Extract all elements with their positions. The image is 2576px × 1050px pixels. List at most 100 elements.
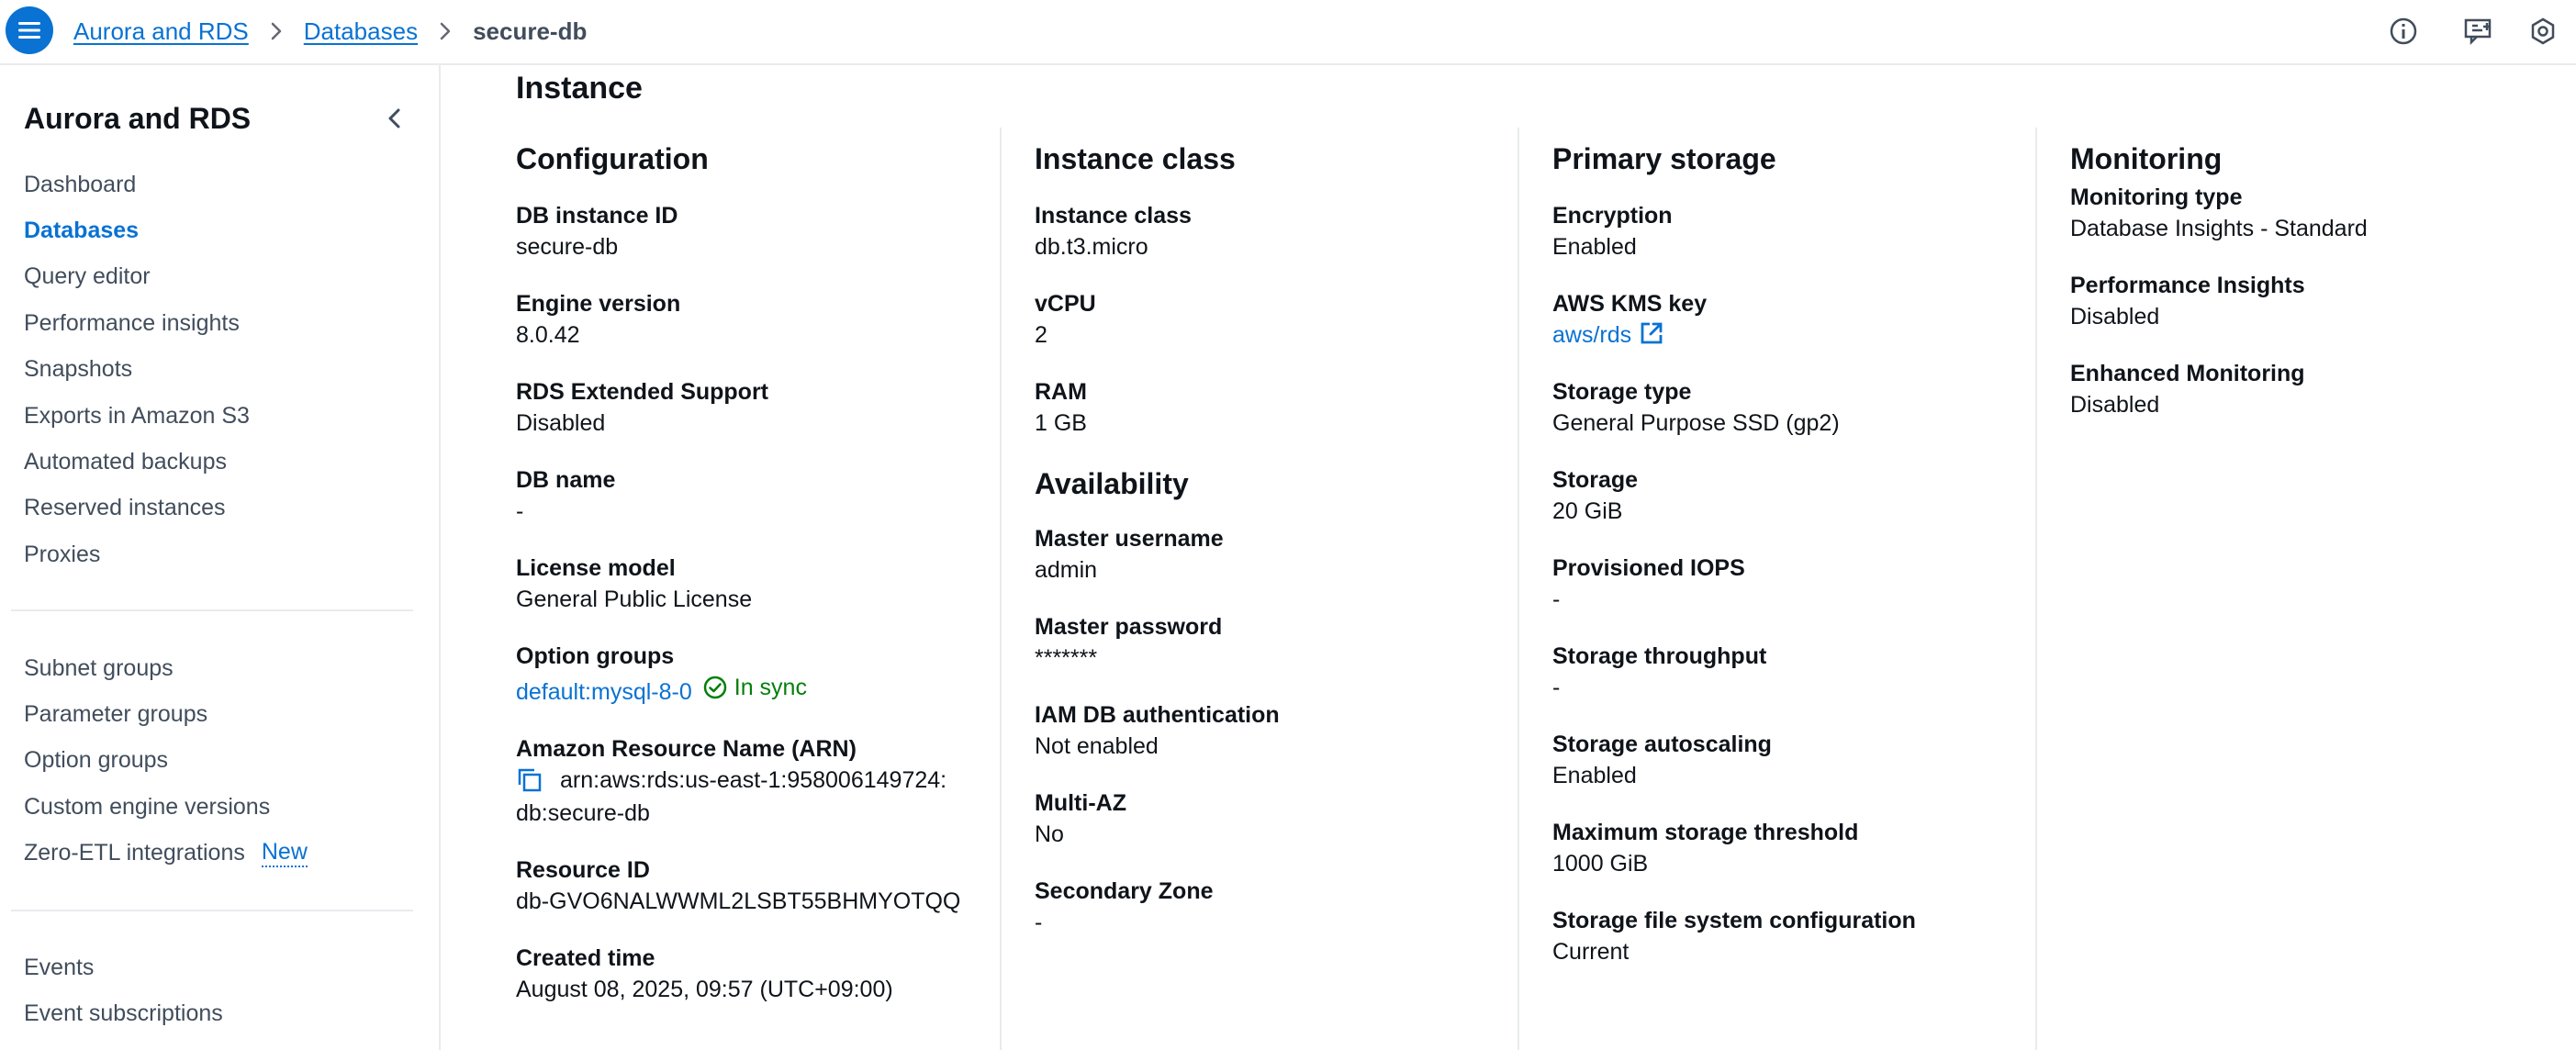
nav-item-subnet-groups[interactable]: Subnet groups	[24, 645, 419, 691]
field-value: General Public License	[516, 586, 753, 612]
field-multi-az: Multi-AZ No	[1035, 788, 1494, 851]
breadcrumb-current: secure-db	[473, 17, 588, 45]
nav-item-snapshots[interactable]: Snapshots	[24, 347, 419, 393]
field-resource-id: Resource ID db-GVO6NALWWML2LSBT55BHMYOTQ…	[516, 855, 975, 918]
field-label: Engine version	[516, 291, 681, 317]
nav-divider	[11, 609, 413, 611]
monitoring-heading: Monitoring	[2070, 142, 2223, 175]
field-label: Master username	[1035, 526, 1224, 552]
field-value: -	[1552, 586, 1561, 612]
field-label: vCPU	[1035, 291, 1096, 317]
nav-item-automated-backups[interactable]: Automated backups	[24, 439, 419, 485]
arn-line-1: arn:aws:rds:us-east-1:958006149724:	[560, 767, 947, 793]
field-value: -	[516, 498, 524, 524]
field-value: secure-db	[516, 234, 619, 260]
field-db-instance-id: DB instance ID secure-db	[516, 201, 975, 263]
nav-item-event-subscriptions[interactable]: Event subscriptions	[24, 990, 419, 1036]
field-option-groups: Option groups default:mysql-8-0 In sync	[516, 642, 975, 709]
field-label: Storage	[1552, 467, 1639, 493]
field-value: 20 GiB	[1552, 498, 1623, 524]
field-value: Not enabled	[1035, 733, 1159, 759]
field-storage-throughput: Storage throughput -	[1552, 642, 2011, 704]
field-master-password: Master password *******	[1035, 612, 1494, 675]
settings-icon[interactable]	[2525, 13, 2561, 50]
configuration-heading: Configuration	[516, 142, 709, 175]
nav-item-events[interactable]: Events	[24, 944, 419, 990]
field-label: Performance Insights	[2070, 273, 2305, 298]
nav-item-reserved-instances[interactable]: Reserved instances	[24, 486, 419, 531]
status-text: In sync	[734, 675, 807, 700]
field-arn: Amazon Resource Name (ARN) arn:aws:rds:u…	[516, 734, 975, 830]
field-value: Enabled	[1552, 234, 1637, 260]
chevron-right-icon	[269, 21, 284, 41]
kms-key-link[interactable]: aws/rds	[1552, 322, 1631, 348]
field-value: No	[1035, 821, 1064, 847]
field-value: Disabled	[516, 410, 606, 436]
primary-storage-heading: Primary storage	[1552, 142, 1776, 175]
nav-item-databases[interactable]: Databases	[24, 207, 419, 253]
field-label: Monitoring type	[2070, 184, 2243, 210]
field-value: admin	[1035, 557, 1098, 583]
instance-class-heading: Instance class	[1035, 142, 1236, 175]
field-label: Amazon Resource Name (ARN)	[516, 736, 857, 762]
field-value: -	[1035, 910, 1043, 935]
top-bar: Aurora and RDS Databases secure-db	[0, 0, 2576, 65]
external-link-icon[interactable]	[1639, 320, 1664, 346]
nav-item-custom-engine-versions[interactable]: Custom engine versions	[24, 784, 419, 830]
arn-value-row: arn:aws:rds:us-east-1:958006149724:	[516, 764, 975, 797]
copy-icon	[518, 768, 542, 792]
field-encryption: Encryption Enabled	[1552, 201, 2011, 263]
field-value: -	[1552, 675, 1561, 700]
nav-item-proxies[interactable]: Proxies	[24, 531, 419, 577]
configuration-column: Configuration DB instance ID secure-db E…	[516, 128, 975, 1032]
field-label: Encryption	[1552, 203, 1673, 229]
sidebar-title: Aurora and RDS	[24, 102, 252, 135]
nav-item-zero-etl[interactable]: Zero-ETL integrations New	[24, 831, 419, 877]
nav-group-config: Subnet groups Parameter groups Option gr…	[24, 645, 419, 877]
field-value: General Purpose SSD (gp2)	[1552, 410, 1840, 436]
field-label: Storage file system configuration	[1552, 908, 1916, 933]
field-label: DB instance ID	[516, 203, 678, 229]
field-instance-class: Instance class db.t3.micro	[1035, 201, 1494, 263]
field-enhanced-monitoring: Enhanced Monitoring Disabled	[2070, 359, 2529, 421]
breadcrumb-databases[interactable]: Databases	[304, 17, 418, 46]
feedback-icon[interactable]	[2460, 13, 2497, 50]
option-group-link[interactable]: default:mysql-8-0	[516, 679, 692, 705]
field-label: RAM	[1035, 379, 1087, 405]
field-label: DB name	[516, 467, 616, 493]
field-label: Master password	[1035, 614, 1223, 640]
field-value: 1 GB	[1035, 410, 1087, 436]
info-icon[interactable]	[2385, 13, 2422, 50]
field-extended-support: RDS Extended Support Disabled	[516, 377, 975, 440]
field-license-model: License model General Public License	[516, 553, 975, 616]
nav-item-parameter-groups[interactable]: Parameter groups	[24, 691, 419, 737]
breadcrumb-aurora-rds[interactable]: Aurora and RDS	[73, 17, 249, 46]
copy-arn-button[interactable]	[516, 764, 545, 797]
field-label: RDS Extended Support	[516, 379, 769, 405]
field-master-username: Master username admin	[1035, 524, 1494, 586]
nav-item-performance-insights[interactable]: Performance insights	[24, 300, 419, 346]
field-label: Created time	[516, 945, 655, 971]
field-label: Instance class	[1035, 203, 1192, 229]
collapse-sidebar-button[interactable]	[376, 100, 413, 137]
nav-item-exports-s3[interactable]: Exports in Amazon S3	[24, 393, 419, 439]
column-divider	[1518, 128, 1519, 1050]
nav-group-events: Events Event subscriptions	[24, 944, 419, 1037]
nav-item-dashboard[interactable]: Dashboard	[24, 162, 419, 207]
field-monitoring-type: Monitoring type Database Insights - Stan…	[2070, 183, 2529, 245]
menu-button[interactable]	[6, 6, 53, 54]
field-value: db-GVO6NALWWML2LSBT55BHMYOTQQ	[516, 888, 961, 914]
nav-item-query-editor[interactable]: Query editor	[24, 254, 419, 300]
hamburger-menu-icon	[18, 22, 40, 39]
field-max-storage-threshold: Maximum storage threshold 1000 GiB	[1552, 818, 2011, 880]
section-title: Instance	[516, 71, 643, 106]
field-value: August 08, 2025, 09:57 (UTC+09:00)	[516, 977, 893, 1002]
field-storage-type: Storage type General Purpose SSD (gp2)	[1552, 377, 2011, 440]
breadcrumb: Aurora and RDS Databases secure-db	[73, 13, 587, 50]
primary-storage-column: Primary storage Encryption Enabled AWS K…	[1552, 128, 2011, 994]
field-db-name: DB name -	[516, 465, 975, 528]
field-value: 8.0.42	[516, 322, 580, 348]
field-label: Enhanced Monitoring	[2070, 361, 2305, 386]
nav-item-option-groups[interactable]: Option groups	[24, 738, 419, 784]
nav-group-main: Dashboard Databases Query editor Perform…	[24, 162, 419, 578]
